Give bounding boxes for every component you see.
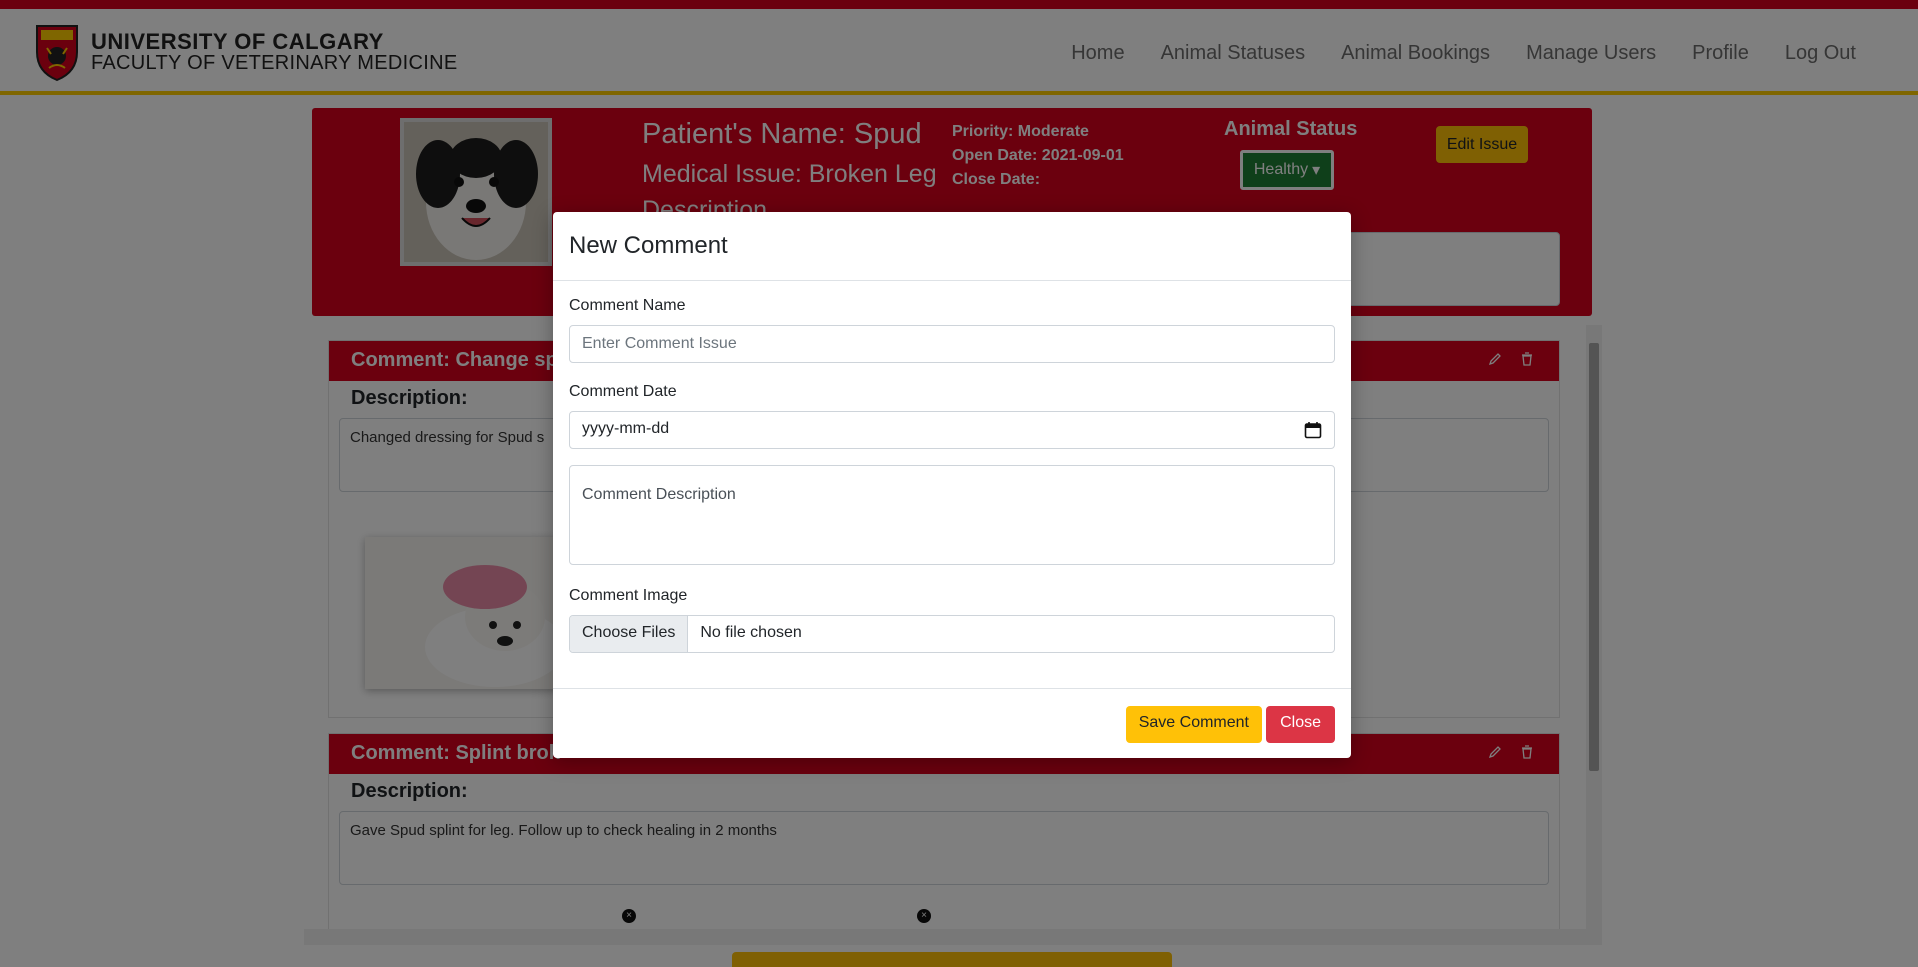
modal-footer: Save Comment Close <box>553 688 1351 758</box>
date-placeholder: yyyy-mm-dd <box>582 420 670 437</box>
comment-date-input[interactable]: yyyy-mm-dd <box>569 411 1335 449</box>
comment-image-label: Comment Image <box>569 587 688 604</box>
comment-name-label: Comment Name <box>569 297 686 314</box>
comment-image-file-input[interactable]: Choose Files No file chosen <box>569 615 1335 653</box>
comment-name-input[interactable] <box>569 325 1335 363</box>
file-status: No file chosen <box>700 624 802 641</box>
modal-header: New Comment <box>553 212 1351 281</box>
modal-title: New Comment <box>569 232 728 259</box>
modal-body: Comment Name Comment Date yyyy-mm-dd Com… <box>553 281 1351 669</box>
choose-files-button[interactable]: Choose Files <box>570 616 689 652</box>
new-comment-modal: New Comment Comment Name Comment Date yy… <box>553 212 1351 758</box>
save-comment-button[interactable]: Save Comment <box>1125 706 1262 743</box>
comment-description-textarea[interactable]: Comment Description <box>569 465 1335 565</box>
calendar-icon[interactable] <box>1304 421 1322 439</box>
comment-date-label: Comment Date <box>569 383 677 400</box>
close-button[interactable]: Close <box>1266 706 1335 743</box>
